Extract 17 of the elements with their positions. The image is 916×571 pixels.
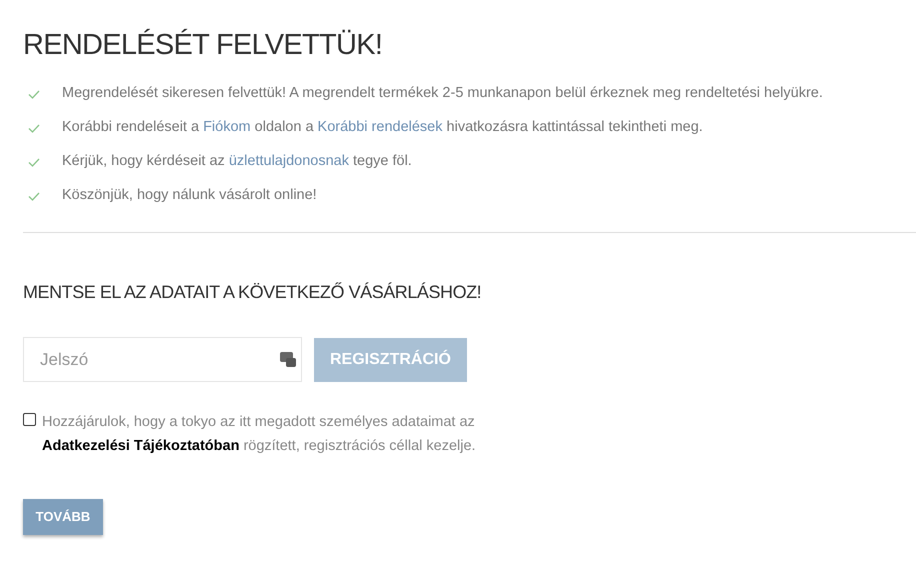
confirmation-text: Kérjük, hogy kérdéseit az üzlettulajdonosnak tegye föl. — [62, 152, 412, 172]
confirmation-text: Megrendelését sikeresen felvettük! A megrendelt termékek 2-5 munkanapon belül érkeznek meg rendeltetési helyükre. — [62, 84, 823, 104]
section-heading: MENTSE EL AZ ADATAIT A KÖVETKEZŐ VÁSÁRLÁSHOZ! — [23, 281, 482, 304]
consent-checkbox[interactable] — [23, 413, 36, 426]
confirmation-text: Korábbi rendeléseit a Fiókom oldalon a Korábbi rendelések hivatkozásra kattintással tekintheti meg. — [62, 118, 703, 138]
check-icon — [28, 158, 40, 166]
text-link[interactable]: Korábbi rendelések — [318, 119, 442, 136]
confirmation-text: Köszönjük, hogy nálunk vásárolt online! — [62, 186, 317, 206]
text-link[interactable]: üzlettulajdonosnak — [228, 153, 349, 170]
password-field[interactable]: Jelszó — [23, 337, 302, 382]
consent-text: Hozzájárulok, hogy a tokyo az itt megadott személyes adataimat az Adatkezelési Tájékoztatóban rögzített, regisztrációs céllal kezelje. — [42, 413, 477, 456]
page-title: RENDELÉSÉT FELVETTÜK! — [23, 28, 384, 63]
check-icon — [28, 124, 40, 132]
text-link[interactable]: Fiókom — [203, 119, 251, 136]
check-icon — [28, 192, 40, 200]
check-icon — [28, 90, 40, 98]
next-button[interactable]: TOVÁBB — [23, 499, 103, 535]
